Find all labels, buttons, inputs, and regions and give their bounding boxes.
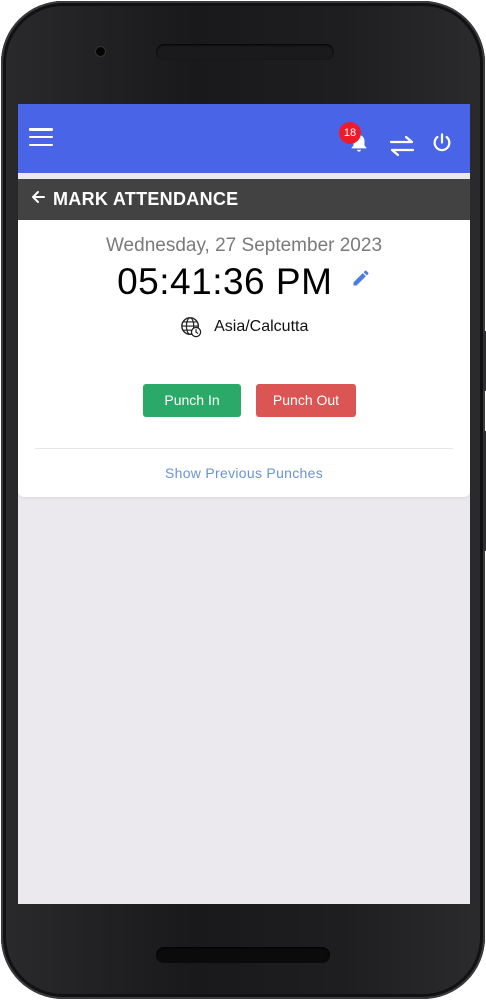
current-time: 05:41:36 PM — [117, 261, 333, 302]
time-row: 05:41:36 PM — [18, 261, 470, 305]
bottom-speaker — [156, 947, 330, 963]
attendance-card: Wednesday, 27 September 2023 05:41:36 PM… — [18, 220, 470, 497]
arrow-left-icon[interactable] — [31, 190, 45, 204]
notification-badge: 18 — [339, 122, 361, 144]
earpiece-speaker — [156, 44, 334, 60]
timezone-label: Asia/Calcutta — [214, 318, 309, 335]
phone-frame: 18 MARK ATTENDANCE Wednesday, 27 Septemb… — [1, 1, 486, 999]
page-header: MARK ATTENDANCE — [18, 179, 470, 220]
punch-out-button[interactable]: Punch Out — [256, 384, 356, 417]
show-previous-punches-link[interactable]: Show Previous Punches — [18, 465, 470, 481]
menu-icon[interactable] — [29, 128, 53, 146]
current-date: Wednesday, 27 September 2023 — [105, 235, 383, 256]
timezone-row: Asia/Calcutta — [18, 316, 470, 340]
top-app-bar: 18 — [18, 104, 470, 173]
punch-in-button[interactable]: Punch In — [143, 384, 241, 417]
page-title: MARK ATTENDANCE — [53, 189, 239, 209]
front-camera — [96, 47, 105, 56]
pencil-icon[interactable] — [351, 268, 371, 288]
globe-clock-icon — [180, 317, 201, 338]
app-screen: 18 MARK ATTENDANCE Wednesday, 27 Septemb… — [18, 104, 470, 904]
power-icon[interactable] — [431, 132, 453, 154]
divider — [35, 448, 453, 449]
swap-icon[interactable] — [389, 135, 415, 157]
